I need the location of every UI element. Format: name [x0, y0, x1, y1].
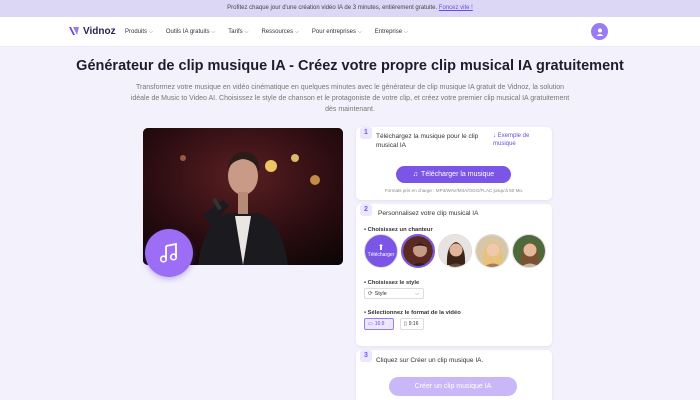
singer-portrait: [403, 236, 433, 266]
menu-label: Pour entreprises: [311, 29, 356, 35]
format-9-16-label: 9:16: [408, 321, 419, 327]
main-menu: Produits ⌵ Outils IA gratuits ⌵ Tarifs ⌵ Re…: [125, 17, 421, 47]
chevron-down-icon: ⌵: [357, 29, 362, 35]
step-1-label: Téléchargez la musique pour le clip musi…: [376, 133, 479, 149]
video-format-label: • Sélectionnez le format de la vidéo: [364, 310, 461, 316]
upload-icon: ⬆: [377, 243, 385, 252]
choose-singer-label: • Choisissez un chanteur: [364, 227, 433, 233]
music-example-link[interactable]: ↓ Exemple de musique: [493, 132, 545, 148]
portrait-icon: ▯: [404, 321, 407, 327]
music-note-icon: [159, 242, 178, 263]
step-2-label: Personnalisez votre clip musical IA: [378, 210, 479, 217]
chevron-down-icon: ⌵: [244, 29, 249, 35]
singer-option[interactable]: [475, 234, 509, 268]
menu-label: Outils IA gratuits: [165, 29, 210, 35]
menu-outils-ia[interactable]: Outils IA gratuits ⌵: [166, 29, 215, 35]
upload-singer-button[interactable]: ⬆ Télécharger: [364, 234, 398, 268]
choose-style-label: • Choisissez le style: [364, 280, 420, 286]
brand-logo[interactable]: Vidnoz: [68, 25, 116, 37]
page-description: Transformez votre musique en vidéo ciném…: [130, 84, 570, 113]
step-number: 2: [360, 204, 372, 216]
menu-label: Entreprise: [374, 29, 403, 35]
page-title: Générateur de clip musique IA - Créez vo…: [76, 58, 624, 74]
format-16-9-label: 16:9: [374, 321, 385, 327]
singer-portrait: [439, 235, 471, 267]
singer-portrait: [513, 235, 545, 267]
promo-link[interactable]: Foncez vite !: [439, 5, 473, 11]
menu-label: Produits: [125, 29, 148, 35]
chevron-down-icon: ⌵: [404, 29, 408, 35]
chevron-down-icon: ⌵: [211, 29, 216, 35]
upload-music-button[interactable]: ♫ Télécharger la musique: [396, 166, 511, 183]
create-clip-button[interactable]: Créer un clip musique IA: [389, 377, 517, 396]
brand-name: Vidnoz: [83, 25, 116, 37]
promo-text: Profitez chaque jour d'une création vidé…: [227, 5, 438, 11]
menu-entreprise[interactable]: Entreprise ⌵: [375, 29, 408, 35]
promo-banner: Profitez chaque jour d'une création vidé…: [0, 0, 700, 17]
style-select[interactable]: ⟳ Style ⌵: [364, 288, 424, 299]
singer-option[interactable]: [512, 234, 546, 268]
singer-option[interactable]: [401, 234, 435, 268]
step-1-card: 1 Téléchargez la musique pour le clip mu…: [356, 127, 552, 200]
upload-singer-label: Télécharger: [367, 252, 395, 258]
style-select-value: Style: [374, 290, 387, 297]
step-3-label: Cliquez sur Créer un clip musique IA.: [376, 357, 484, 364]
menu-ressources[interactable]: Ressources ⌵: [261, 29, 298, 35]
landscape-icon: ▭: [368, 321, 373, 327]
menu-label: Tarifs: [228, 29, 243, 35]
step-number: 3: [360, 350, 372, 362]
user-icon: [596, 28, 603, 36]
upload-music-label: Télécharger la musique: [421, 171, 495, 178]
step-2-card: 2 Personnalisez votre clip musical IA • …: [356, 204, 552, 346]
singer-option[interactable]: [438, 234, 472, 268]
format-16-9-button[interactable]: ▭ 16:9: [364, 318, 394, 330]
supported-formats: Formats pris en charge : MP3/WAV/M4A/OGG…: [384, 188, 524, 193]
step-3-card: 3 Cliquez sur Créer un clip musique IA. …: [356, 350, 552, 400]
format-9-16-button[interactable]: ▯ 9:16: [400, 318, 424, 330]
music-note-icon: ♫: [412, 171, 419, 178]
menu-tarifs[interactable]: Tarifs ⌵: [228, 29, 248, 35]
step-number: 1: [360, 127, 372, 139]
user-avatar[interactable]: [591, 23, 608, 40]
chevron-down-icon: ⌵: [295, 29, 299, 35]
vidnoz-logo-icon: [69, 27, 79, 35]
menu-produits[interactable]: Produits ⌵: [125, 29, 153, 35]
chevron-down-icon: ⌵: [149, 29, 153, 35]
singer-list: ⬆ Télécharger: [364, 234, 546, 268]
menu-label: Ressources: [261, 29, 294, 35]
singer-portrait: [476, 235, 508, 267]
style-icon: ⟳: [368, 290, 373, 297]
menu-pour-entreprises[interactable]: Pour entreprises ⌵: [312, 29, 362, 35]
chevron-down-icon: ⌵: [415, 290, 419, 297]
music-note-badge: [145, 229, 193, 277]
